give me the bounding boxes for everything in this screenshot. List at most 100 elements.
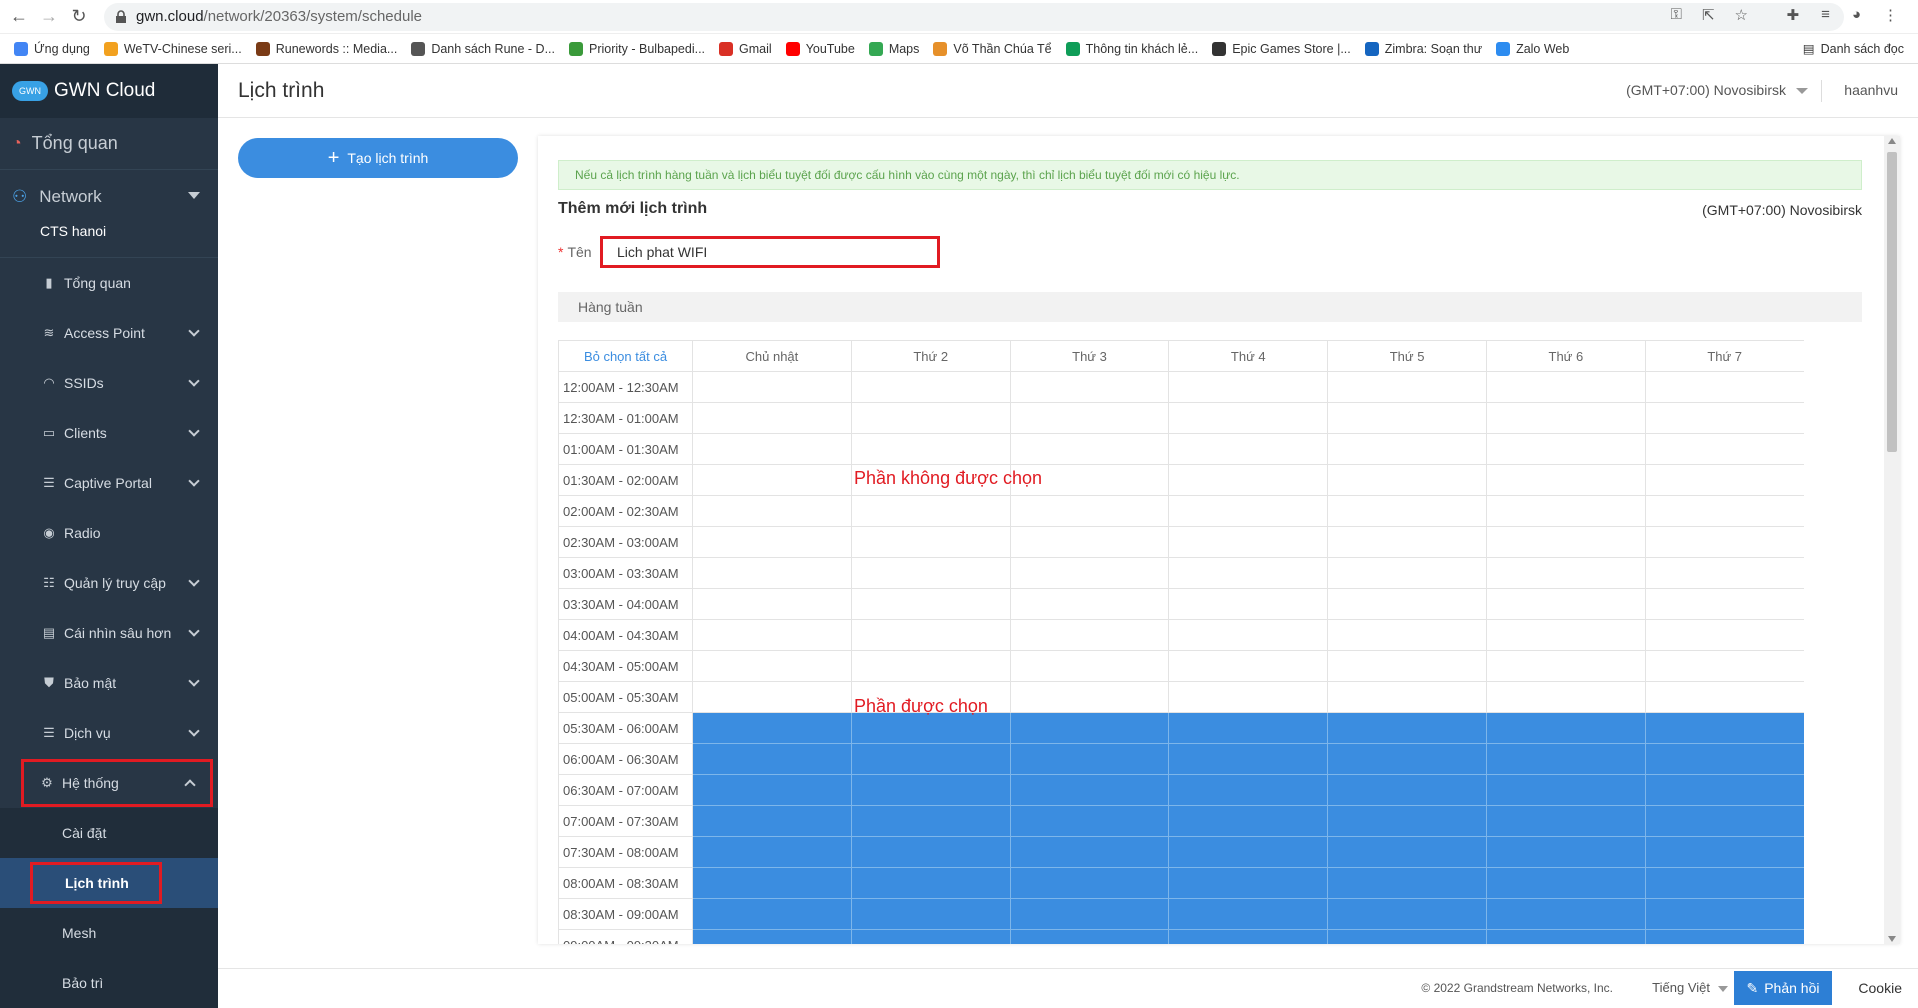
schedule-cell-selected[interactable] — [1009, 712, 1170, 744]
schedule-cell-selected[interactable] — [1168, 743, 1329, 775]
bookmark-item[interactable]: Danh sách Rune - D... — [411, 41, 555, 56]
schedule-cell-selected[interactable] — [1644, 805, 1804, 837]
day-header[interactable]: Thứ 5 — [1327, 340, 1487, 372]
schedule-cell-selected[interactable] — [1327, 743, 1487, 775]
schedule-cell[interactable] — [1009, 371, 1170, 403]
schedule-cell-selected[interactable] — [1485, 743, 1646, 775]
schedule-cell-selected[interactable] — [850, 898, 1011, 930]
schedule-cell[interactable] — [1327, 650, 1487, 682]
schedule-cell[interactable] — [1168, 588, 1329, 620]
schedule-cell[interactable] — [850, 371, 1011, 403]
schedule-cell[interactable] — [1327, 402, 1487, 434]
time-slot-label[interactable]: 06:00AM - 06:30AM — [558, 743, 693, 775]
sidebar-subitem-maintenance[interactable]: Bảo trì — [0, 958, 218, 1008]
schedule-cell-selected[interactable] — [692, 867, 852, 899]
sidebar-item-7[interactable]: ▤ Cái nhìn sâu hơn — [0, 608, 218, 658]
time-slot-label[interactable]: 07:30AM - 08:00AM — [558, 836, 693, 868]
schedule-cell-selected[interactable] — [692, 898, 852, 930]
schedule-cell[interactable] — [850, 557, 1011, 589]
back-arrow-icon[interactable]: ← — [8, 6, 30, 28]
schedule-cell[interactable] — [1327, 371, 1487, 403]
schedule-cell-selected[interactable] — [1485, 774, 1646, 806]
schedule-cell[interactable] — [1485, 526, 1646, 558]
site-name[interactable]: CTS hanoi — [0, 224, 218, 258]
schedule-cell-selected[interactable] — [1168, 867, 1329, 899]
schedule-cell[interactable] — [692, 557, 852, 589]
schedule-cell-selected[interactable] — [1009, 867, 1170, 899]
sidebar-item-system[interactable]: ⚙ Hệ thống — [20, 758, 214, 808]
schedule-cell-selected[interactable] — [1327, 805, 1487, 837]
sidebar-item-6[interactable]: ☷ Quản lý truy cập — [0, 558, 218, 608]
schedule-cell-selected[interactable] — [850, 836, 1011, 868]
time-slot-label[interactable]: 07:00AM - 07:30AM — [558, 805, 693, 837]
reading-list-icon[interactable]: ≡ — [1821, 6, 1830, 24]
schedule-cell[interactable] — [1644, 588, 1804, 620]
schedule-cell[interactable] — [1009, 557, 1170, 589]
sidebar-subitem-schedule[interactable]: Lịch trình — [0, 858, 218, 908]
schedule-cell[interactable] — [850, 433, 1011, 465]
schedule-cell[interactable] — [692, 619, 852, 651]
time-slot-label[interactable]: 05:30AM - 06:00AM — [558, 712, 693, 744]
time-slot-label[interactable]: 12:30AM - 01:00AM — [558, 402, 693, 434]
schedule-cell[interactable] — [1485, 495, 1646, 527]
time-slot-label[interactable]: 04:00AM - 04:30AM — [558, 619, 693, 651]
time-slot-label[interactable]: 08:00AM - 08:30AM — [558, 867, 693, 899]
schedule-cell-selected[interactable] — [850, 805, 1011, 837]
schedule-cell-selected[interactable] — [1168, 774, 1329, 806]
schedule-cell[interactable] — [1168, 526, 1329, 558]
schedule-cell-selected[interactable] — [850, 867, 1011, 899]
schedule-cell[interactable] — [1644, 681, 1804, 713]
schedule-cell[interactable] — [1485, 588, 1646, 620]
schedule-cell[interactable] — [1485, 681, 1646, 713]
cookie-link[interactable]: Cookie — [1858, 980, 1902, 996]
weekly-tab[interactable]: Hàng tuần — [558, 292, 1862, 322]
bookmark-item[interactable]: Epic Games Store |... — [1212, 41, 1351, 56]
time-slot-label[interactable]: 03:30AM - 04:00AM — [558, 588, 693, 620]
sidebar-item-2[interactable]: ◠ SSIDs — [0, 358, 218, 408]
schedule-cell-selected[interactable] — [1327, 898, 1487, 930]
time-slot-label[interactable]: 12:00AM - 12:30AM — [558, 371, 693, 403]
schedule-cell-selected[interactable] — [850, 743, 1011, 775]
schedule-cell-selected[interactable] — [692, 774, 852, 806]
schedule-cell[interactable] — [1168, 619, 1329, 651]
schedule-cell-selected[interactable] — [1168, 929, 1329, 944]
schedule-cell[interactable] — [1009, 495, 1170, 527]
schedule-cell[interactable] — [692, 495, 852, 527]
schedule-cell-selected[interactable] — [1009, 774, 1170, 806]
schedule-cell[interactable] — [850, 650, 1011, 682]
schedule-cell[interactable] — [1327, 619, 1487, 651]
schedule-cell[interactable] — [1644, 526, 1804, 558]
schedule-cell[interactable] — [1644, 371, 1804, 403]
schedule-cell-selected[interactable] — [1327, 712, 1487, 744]
extensions-icon[interactable]: ✚ — [1787, 6, 1800, 24]
sidebar-item-3[interactable]: ▭ Clients — [0, 408, 218, 458]
schedule-cell-selected[interactable] — [1485, 712, 1646, 744]
schedule-cell[interactable] — [1009, 402, 1170, 434]
schedule-cell[interactable] — [692, 402, 852, 434]
schedule-cell[interactable] — [692, 588, 852, 620]
day-header[interactable]: Thứ 3 — [1009, 340, 1170, 372]
bookmark-item[interactable]: Zalo Web — [1496, 41, 1569, 56]
schedule-cell[interactable] — [850, 526, 1011, 558]
sidebar-overview[interactable]: ◔ Tổng quan — [0, 118, 218, 170]
brand[interactable]: GWN GWN Cloud — [0, 64, 218, 118]
sidebar-item-5[interactable]: ◉ Radio — [0, 508, 218, 558]
sidebar-item-1[interactable]: ≋ Access Point — [0, 308, 218, 358]
schedule-cell[interactable] — [1009, 433, 1170, 465]
schedule-cell[interactable] — [1485, 464, 1646, 496]
schedule-cell-selected[interactable] — [1644, 712, 1804, 744]
schedule-cell-selected[interactable] — [692, 836, 852, 868]
schedule-cell[interactable] — [1485, 619, 1646, 651]
schedule-cell[interactable] — [1327, 495, 1487, 527]
create-schedule-button[interactable]: + Tạo lịch trình — [238, 138, 518, 178]
key-icon[interactable]: ⚿ — [1671, 6, 1682, 24]
schedule-cell[interactable] — [1168, 371, 1329, 403]
bookmark-item[interactable]: Ứng dụng — [14, 41, 90, 56]
schedule-cell[interactable] — [1485, 557, 1646, 589]
bookmark-item[interactable]: Priority - Bulbapedi... — [569, 41, 705, 56]
schedule-cell[interactable] — [850, 619, 1011, 651]
schedule-cell[interactable] — [692, 433, 852, 465]
schedule-cell-selected[interactable] — [1644, 929, 1804, 944]
bookmark-item[interactable]: Zimbra: Soạn thư — [1364, 41, 1482, 56]
schedule-cell[interactable] — [1644, 650, 1804, 682]
